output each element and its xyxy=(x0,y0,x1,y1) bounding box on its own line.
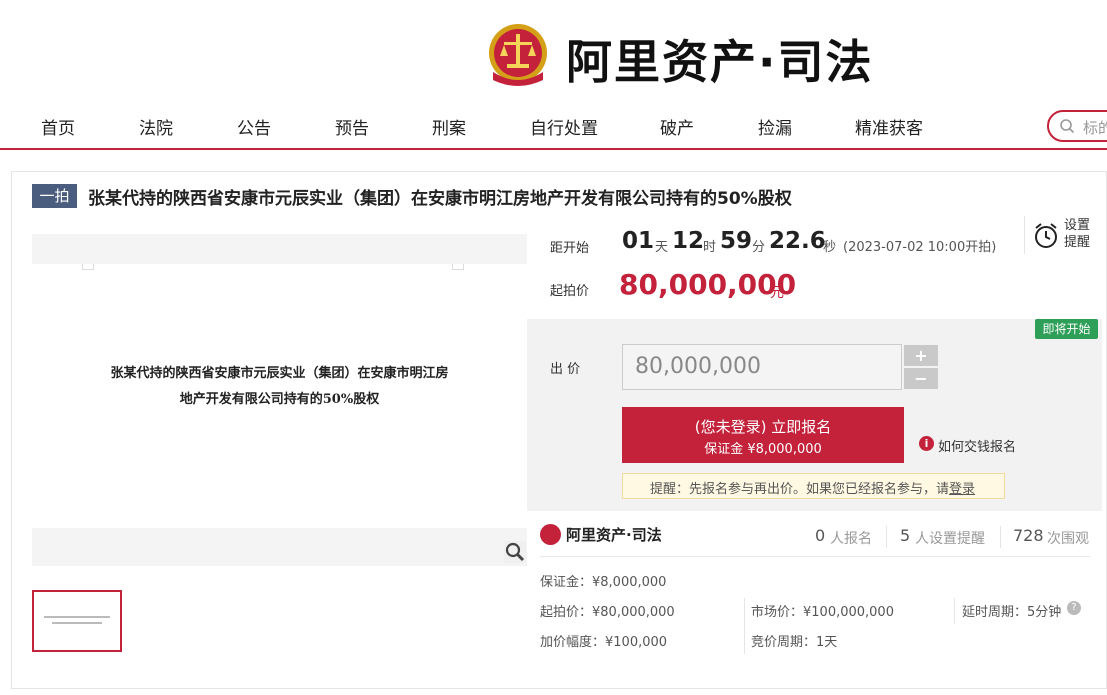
nav-item-court[interactable]: 法院 xyxy=(139,114,173,139)
brand-title[interactable]: 阿里资产·司法 xyxy=(566,26,873,92)
set-reminder-line2: 提醒 xyxy=(1064,235,1091,250)
auction-main-image[interactable]: 张某代持的陕西省安康市元辰实业（集团）在安康市明江房 地产开发有限公司持有的50… xyxy=(32,264,527,526)
stats-separator xyxy=(540,556,1090,557)
how-to-pay-link[interactable]: 如何交钱报名 xyxy=(938,436,1016,455)
nav-item-criminal[interactable]: 刑案 xyxy=(432,114,466,139)
view-count: 728 xyxy=(1013,526,1044,545)
start-price-unit: 元 xyxy=(770,285,784,301)
image-top-bar xyxy=(32,234,527,264)
countdown-hours-unit: 时 xyxy=(703,240,717,255)
countdown-minutes: 59 xyxy=(720,228,753,254)
start-price-label: 起拍价 xyxy=(550,284,590,299)
image-corner-mark xyxy=(452,264,464,270)
image-text-line1: 张某代持的陕西省安康市元辰实业（集团）在安康市明江房 xyxy=(110,366,449,381)
round-badge: 一拍 xyxy=(32,184,77,208)
bid-amount-input[interactable]: 80,000,000 xyxy=(622,344,902,390)
countdown-days-unit: 天 xyxy=(655,240,669,255)
countdown-seconds: 22.6 xyxy=(769,228,826,254)
set-reminder-button[interactable]: 设置 提醒 xyxy=(1024,216,1107,254)
site-header: 阿里资产·司法 xyxy=(0,0,1107,100)
nav-item-home[interactable]: 首页 xyxy=(41,114,75,139)
detail-market-price: 市场价：¥100,000,000 xyxy=(751,605,894,620)
auction-title: 张某代持的陕西省安康市元辰实业（集团）在安康市明江房地产开发有限公司持有的50%… xyxy=(88,189,792,209)
bid-increase-button[interactable]: + xyxy=(904,345,938,366)
set-reminder-label: 设置 提醒 xyxy=(1064,217,1090,251)
image-bottom-bar xyxy=(32,528,527,566)
countdown-days: 01 xyxy=(622,228,655,254)
login-link[interactable]: 登录 xyxy=(949,482,975,497)
search-input[interactable]: 标的 xyxy=(1047,110,1107,142)
signup-count-label: 人报名 xyxy=(830,531,872,547)
login-tip: 提醒：先报名参与再出价。如果您已经报名参与，请登录 xyxy=(622,473,1005,499)
nav-item-preview[interactable]: 预告 xyxy=(335,114,369,139)
detail-start-price: 起拍价：¥80,000,000 xyxy=(540,605,675,620)
signup-button-label: (您未登录) 立即报名 xyxy=(694,418,832,436)
brand-logo-icon xyxy=(540,524,561,545)
search-placeholder: 标的 xyxy=(1083,119,1107,137)
nav-item-self-disposal[interactable]: 自行处置 xyxy=(530,114,598,139)
detail-delay-period: 延时周期：5分钟 xyxy=(962,605,1062,620)
bid-label: 出 价 xyxy=(550,362,581,377)
login-tip-text: 提醒：先报名参与再出价。如果您已经报名参与，请 xyxy=(650,482,950,497)
image-corner-mark xyxy=(82,264,94,270)
nav-item-notice[interactable]: 公告 xyxy=(237,114,271,139)
countdown-minutes-unit: 分 xyxy=(752,240,766,255)
set-reminder-line1: 设置 xyxy=(1064,218,1091,233)
detail-bid-period: 竞价周期：1天 xyxy=(751,635,838,650)
countdown-label: 距开始 xyxy=(550,241,590,256)
nav-item-precise-leads[interactable]: 精准获客 xyxy=(855,114,923,139)
countdown-seconds-unit: 秒 xyxy=(823,240,837,255)
view-count-label: 次围观 xyxy=(1047,531,1089,547)
help-icon[interactable]: ? xyxy=(1067,601,1081,615)
zoom-icon[interactable] xyxy=(504,541,526,563)
alarm-clock-icon xyxy=(1035,223,1057,248)
nav-item-bargain[interactable]: 捡漏 xyxy=(758,114,792,139)
signup-button[interactable]: (您未登录) 立即报名 保证金 ¥8,000,000 xyxy=(622,407,904,463)
details-divider xyxy=(744,598,745,654)
reminder-count: 5 xyxy=(900,526,911,545)
stats-divider xyxy=(1000,526,1001,548)
detail-deposit: 保证金：¥8,000,000 xyxy=(540,575,667,590)
detail-increment: 加价幅度：¥100,000 xyxy=(540,635,668,650)
info-icon: i xyxy=(919,436,934,451)
thumbnail-text-line xyxy=(44,616,110,618)
status-badge: 即将开始 xyxy=(1035,319,1098,339)
countdown-start-time: (2023-07-02 10:00开拍) xyxy=(843,240,997,255)
reminder-count-label: 人设置提醒 xyxy=(915,531,985,547)
countdown-hours: 12 xyxy=(672,228,705,254)
nav-item-bankruptcy[interactable]: 破产 xyxy=(660,114,694,139)
image-thumbnail[interactable] xyxy=(32,590,122,652)
bid-decrease-button[interactable]: − xyxy=(904,368,938,389)
court-emblem-icon xyxy=(489,24,547,86)
main-nav: 首页 法院 公告 预告 刑案 自行处置 破产 捡漏 精准获客 xyxy=(0,100,1107,150)
thumbnail-text-line xyxy=(52,622,102,624)
stats-divider xyxy=(886,526,887,548)
image-text-line2: 地产开发有限公司持有的50%股权 xyxy=(179,392,380,407)
signup-deposit-label: 保证金 ¥8,000,000 xyxy=(704,442,822,457)
search-icon xyxy=(1060,119,1075,134)
stats-brand: 阿里资产·司法 xyxy=(566,526,662,544)
details-divider xyxy=(954,598,955,624)
signup-count: 0 xyxy=(815,526,826,545)
